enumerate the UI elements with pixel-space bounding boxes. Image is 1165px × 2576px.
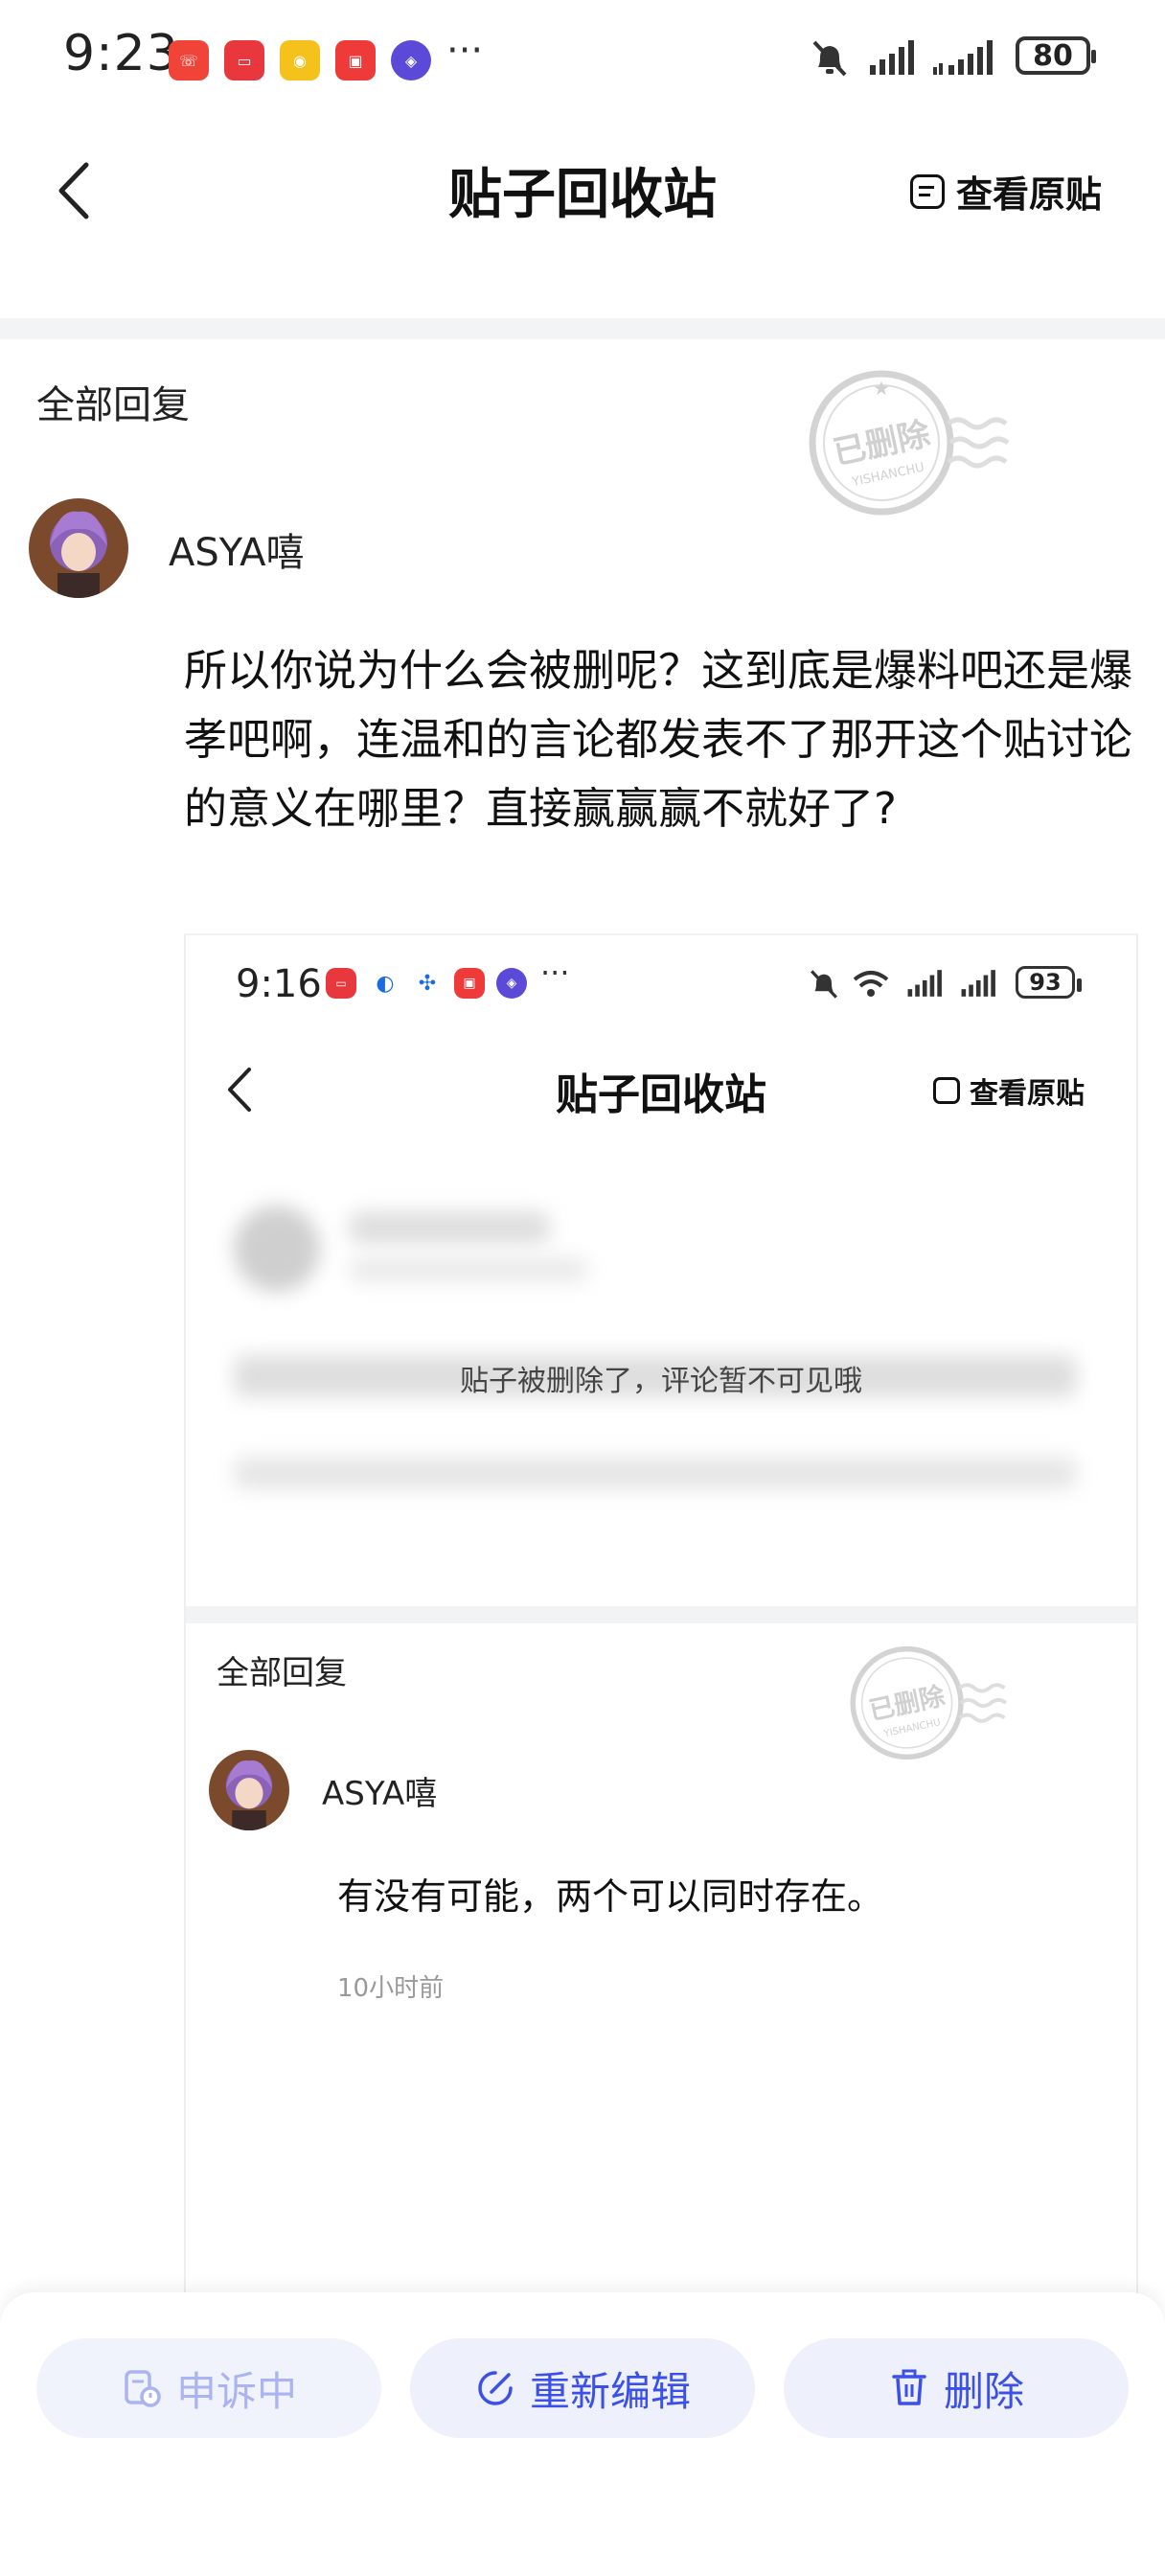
embedded-reply-text: 有没有可能，两个可以同时存在。: [337, 1875, 884, 1918]
blurred-name: [349, 1211, 550, 1244]
embedded-avatar: [209, 1750, 289, 1830]
embedded-reply-time: 10小时前: [337, 1974, 445, 2003]
deleted-notice: 贴子被删除了，评论暂不可见哦: [460, 1365, 862, 1398]
post-comment-text: 所以你说为什么会被删呢？这到底是爆料吧还是爆孝吧啊，连温和的言论都发表不了那开这…: [184, 645, 1133, 834]
embedded-app-icon-1: ◐: [370, 968, 400, 999]
embedded-username: ASYA嘻: [322, 1775, 438, 1813]
signal-icon: [870, 40, 914, 75]
embedded-document-icon: [933, 1077, 960, 1104]
status-bar: 9:23 ☏ ▭ ◉ ▣ ◈ ··· 80: [0, 0, 1165, 115]
blurred-avatar: [234, 1206, 320, 1292]
section-divider: [0, 318, 1165, 339]
embedded-signal-icon: [907, 970, 942, 997]
svg-text:★: ★: [873, 377, 890, 400]
signal-2-icon: [933, 40, 993, 75]
embedded-view-original-label: 查看原贴: [970, 1077, 1085, 1111]
huawei-app-icon: ▭: [224, 40, 264, 80]
appeal-button[interactable]: 申诉中: [36, 2338, 381, 2438]
view-original-label: 查看原贴: [956, 173, 1103, 216]
edit-icon: [478, 2371, 513, 2405]
document-icon: [910, 173, 945, 209]
appeal-icon: [125, 2370, 161, 2407]
weibo-app-icon: ◉: [280, 40, 320, 80]
mute-bell-icon: [812, 40, 847, 77]
embedded-stamp-icon: 已删除 YISHANCHU: [850, 1645, 1008, 1760]
mail-app-icon: ▣: [335, 40, 376, 80]
embedded-app-icon-2: ✣: [412, 968, 443, 999]
view-original-button[interactable]: 查看原贴: [910, 165, 1102, 218]
embedded-view-original: 查看原贴: [933, 1070, 1085, 1112]
appeal-label: 申诉中: [175, 2367, 297, 2415]
embedded-screenshot[interactable]: 9:16 ▭ ◐ ✣ ▣ ◈ ··· 93 贴子回收站 查看原贴 贴子被删除了，…: [184, 933, 1138, 2315]
embedded-mail-icon: ▣: [454, 968, 485, 999]
embedded-wifi-icon: [853, 971, 889, 997]
delete-label: 删除: [943, 2367, 1024, 2415]
battery-indicator: 80: [1016, 36, 1096, 75]
embedded-signal-2-icon: [961, 970, 995, 997]
tieba-app-icon: ◈: [391, 40, 431, 80]
trash-icon: [892, 2369, 926, 2405]
embedded-section-label: 全部回复: [217, 1654, 347, 1692]
status-time: 9:23: [63, 25, 179, 82]
reedit-label: 重新编辑: [529, 2367, 691, 2415]
embedded-more-icon: ···: [540, 954, 570, 991]
embedded-huawei-icon: ▭: [326, 968, 356, 999]
embedded-mute-icon: [811, 970, 837, 999]
embedded-tieba-icon: ◈: [496, 968, 527, 999]
username[interactable]: ASYA嘻: [169, 521, 304, 577]
avatar-image: [29, 498, 128, 598]
embedded-status-time: 9:16: [236, 962, 322, 1006]
embedded-divider: [186, 1606, 1136, 1623]
section-label: 全部回复: [36, 383, 190, 427]
blurred-meta: [349, 1257, 588, 1282]
deleted-stamp-icon: ★ 已删除 YISHANCHU: [809, 370, 1010, 516]
delete-button[interactable]: 删除: [784, 2338, 1129, 2438]
reedit-button[interactable]: 重新编辑: [410, 2338, 755, 2438]
embedded-battery: 93: [1016, 966, 1082, 999]
more-notifications-icon: ···: [446, 29, 484, 73]
embedded-avatar-image: [209, 1750, 289, 1830]
blurred-body: [234, 1457, 1077, 1489]
avatar[interactable]: [29, 498, 128, 598]
phone-app-icon: ☏: [169, 40, 209, 80]
